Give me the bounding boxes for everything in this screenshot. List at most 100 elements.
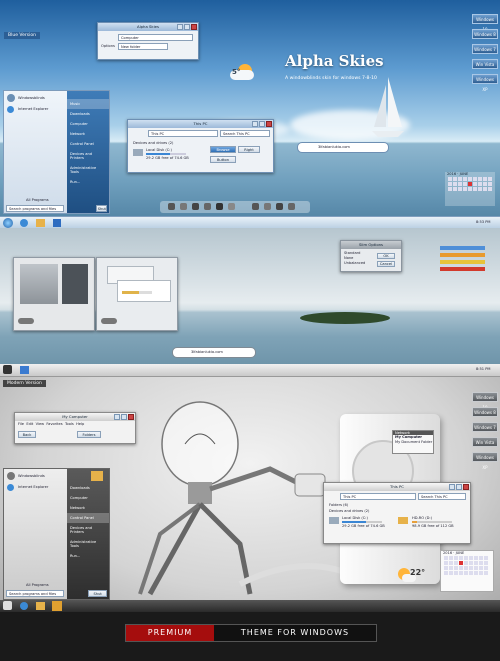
address-field[interactable]: Computer [118,34,193,41]
search-box[interactable]: Search This PC [220,130,270,137]
start-orb[interactable] [3,365,12,374]
start-item-computer[interactable]: Computer [67,493,109,503]
toggle-switch[interactable] [18,318,34,324]
start-item-computer[interactable]: Computer [67,119,109,129]
generic-button[interactable]: Button [210,156,236,163]
minimize-button[interactable] [252,121,258,127]
start-item-run[interactable]: Run... [67,177,109,187]
start-item-control-panel[interactable]: Control Panel [67,139,109,149]
taskbar-app-icon[interactable] [52,601,62,611]
ok-button[interactable]: OK [377,253,395,259]
start-item-network[interactable]: Network [67,129,109,139]
drive-name[interactable]: Local Disk (C:) [146,148,172,152]
name-field[interactable]: New folder [118,43,168,50]
devices-section[interactable]: Devices and drives (2) [329,509,369,513]
notif-line2[interactable]: My Document Folder [393,440,433,444]
menu-help[interactable]: Help [76,422,84,426]
address-bar[interactable]: This PC [340,493,416,500]
option-standard[interactable]: Standard [344,251,360,255]
back-button[interactable]: Back [18,431,36,438]
dock-icon[interactable] [180,203,187,210]
close-button[interactable] [463,484,469,490]
taskbar-folder-icon[interactable] [36,602,45,610]
maximize-button[interactable] [259,121,265,127]
address-bar[interactable]: This PC [148,130,218,137]
start-search-input[interactable]: Search programs and files [6,205,64,212]
windows7-button[interactable]: Windows 7 [472,422,498,432]
search-box[interactable]: Search This PC [418,493,466,500]
windows8-button[interactable]: Windows 8 [472,407,498,417]
clock[interactable]: 8:51 PM [476,367,490,371]
taskbar-app-icon[interactable] [20,366,29,374]
option-none[interactable]: None [344,256,353,260]
option-unbalanced[interactable]: Unbalanced [344,261,365,265]
pinned-ie[interactable]: Internet Explorer [18,485,48,489]
start-item-music[interactable]: Music [67,99,109,109]
dock-icon[interactable] [252,203,259,210]
start-item-downloads[interactable]: Downloads [67,483,109,493]
maximize-button[interactable] [456,484,462,490]
start-item-devices[interactable]: Devices and Printers [67,523,109,537]
folders-section[interactable]: Folders (6) [329,503,348,507]
toggle-switch[interactable] [101,318,117,324]
taskbar-ie-icon[interactable] [20,219,28,227]
dock-icon[interactable] [216,203,223,210]
taskbar-app-icon[interactable] [53,219,61,227]
menu-file[interactable]: File [18,422,24,426]
dock-icon[interactable] [276,203,283,210]
shutdown-button[interactable]: Shut down [96,205,108,212]
start-item-downloads[interactable]: Downloads [67,109,109,119]
maximize-button[interactable] [184,24,190,30]
folders-button[interactable]: Folders [77,431,101,438]
menu-edit[interactable]: Edit [26,422,33,426]
search-pill[interactable]: 3lfabianlukia.com [172,347,256,358]
start-item-control-panel[interactable]: Control Panel [67,513,109,523]
dock-icon[interactable] [288,203,295,210]
winvista-button[interactable]: Win Vista [472,59,498,69]
right-button[interactable]: Right [238,146,260,153]
close-button[interactable] [128,414,134,420]
minimize-button[interactable] [449,484,455,490]
search-pill[interactable]: 3lfabianlukia.com [297,142,389,153]
pinned-ie[interactable]: Internet Explorer [18,107,48,111]
windows10-button[interactable]: Windows 10 [472,392,498,410]
close-button[interactable] [191,24,197,30]
start-orb[interactable] [3,601,12,610]
taskbar-ie-icon[interactable] [20,602,28,610]
all-programs[interactable]: All Programs [26,583,49,587]
cancel-button[interactable]: Cancel [377,261,395,267]
clock[interactable]: 8:53 PM [476,220,490,224]
taskbar-folder-icon[interactable] [36,219,45,227]
start-item-network[interactable]: Network [67,503,109,513]
browse-button[interactable]: Browse [210,146,236,153]
start-item-run[interactable]: Run... [67,551,109,561]
footer-banner: PREMIUM THEME FOR WINDOWS [125,624,377,642]
dock-icon[interactable] [168,203,175,210]
windowsxp-button[interactable]: Windows XP [472,452,498,470]
dock-icon[interactable] [192,203,199,210]
menu-view[interactable]: View [36,422,45,426]
menu-favorites[interactable]: Favorites [46,422,62,426]
start-search-input[interactable]: Search programs and files [6,590,64,597]
start-item-admin-tools[interactable]: Administrative Tools [67,537,109,551]
dock-icon[interactable] [228,203,235,210]
dock-icon[interactable] [204,203,211,210]
minimize-button[interactable] [177,24,183,30]
maximize-button[interactable] [121,414,127,420]
all-programs[interactable]: All Programs [26,198,49,202]
minimize-button[interactable] [114,414,120,420]
dock-icon[interactable] [264,203,271,210]
menu-tools[interactable]: Tools [65,422,74,426]
start-item-admin-tools[interactable]: Administrative Tools [67,163,109,177]
close-button[interactable] [266,121,272,127]
start-orb[interactable] [3,218,13,228]
shutdown-button[interactable]: Shut down [88,590,108,599]
windows8-button[interactable]: Windows 8 [472,29,498,39]
windows10-button[interactable]: Windows 10 [472,14,498,32]
winvista-button[interactable]: Win Vista [472,437,498,447]
start-item-devices[interactable]: Devices and Printers [67,149,109,163]
windows7-button[interactable]: Windows 7 [472,44,498,54]
windowsxp-button[interactable]: Windows XP [472,74,498,92]
drive1-name[interactable]: Local Disk (C:) [342,516,368,520]
drive2-name[interactable]: HD-RO (D:) [412,516,432,520]
